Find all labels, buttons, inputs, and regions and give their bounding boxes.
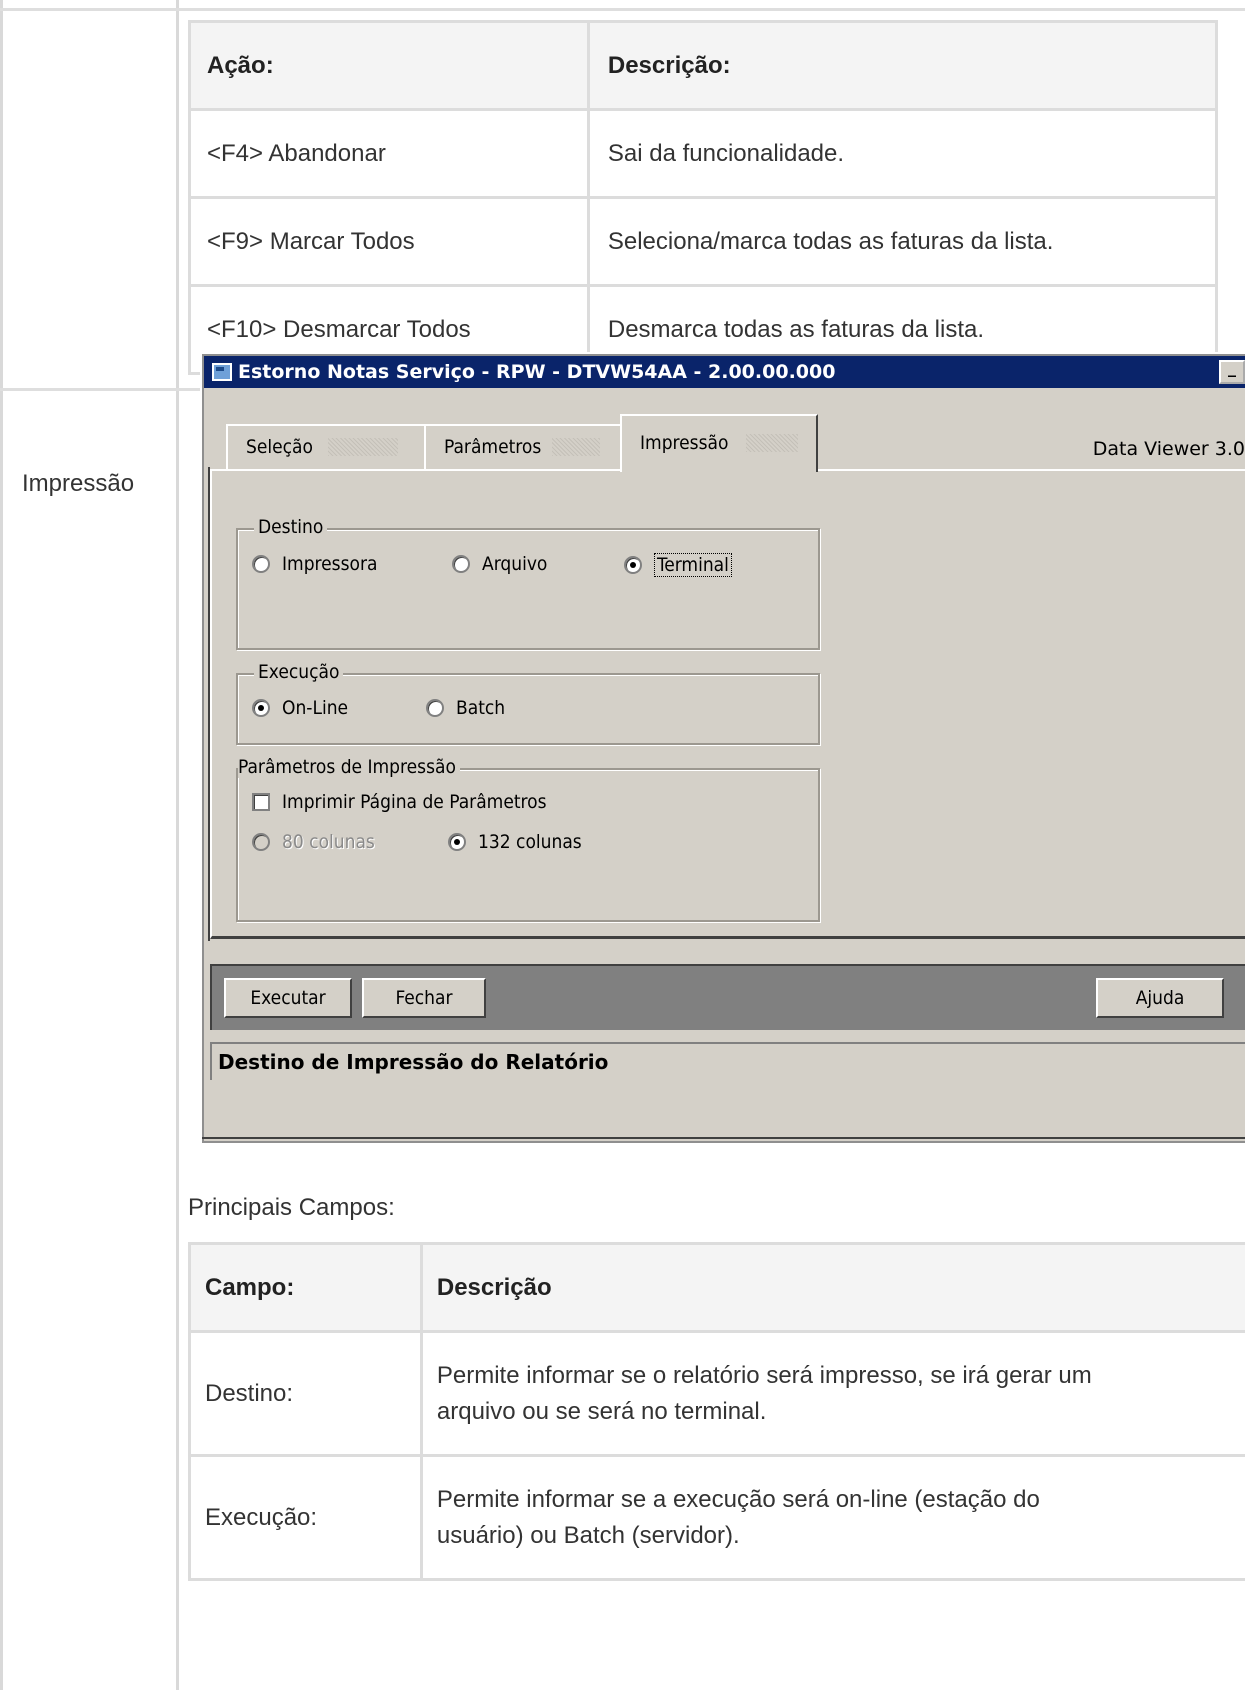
table-header-row: Ação: Descrição:	[188, 20, 1219, 111]
app-window-icon	[212, 363, 232, 381]
tab-hatch	[746, 434, 798, 452]
outer-column-divider	[176, 0, 179, 1690]
header-descricao: Descrição	[419, 1242, 1245, 1333]
ajuda-button[interactable]: Ajuda	[1096, 978, 1224, 1018]
table-row: <F4> Abandonar Sai da funcionalidade.	[188, 108, 1219, 199]
description-line: Permite informar se a execução será on-l…	[436, 1485, 1040, 1513]
checkbox-label: Imprimir Página de Parâmetros	[282, 791, 547, 813]
radio-label: Batch	[456, 697, 506, 719]
header-descricao: Descrição:	[586, 20, 1219, 111]
tab-impressao[interactable]: Impressão	[620, 414, 818, 472]
tab-selecao[interactable]: Seleção	[226, 424, 426, 470]
radio-label: Impressora	[282, 553, 378, 575]
executar-button[interactable]: Executar	[224, 978, 352, 1018]
description-line: Permite informar se o relatório será imp…	[436, 1361, 1092, 1389]
header-acao: Ação:	[188, 20, 590, 111]
destino-title: Destino	[254, 516, 328, 538]
report-window: Estorno Notas Serviço - RPW - DTVW54AA -…	[200, 352, 1245, 1143]
tab-label: Seleção	[246, 436, 313, 458]
radio-arquivo[interactable]: Arquivo	[452, 553, 547, 575]
action-cell: <F9> Marcar Todos	[188, 196, 590, 287]
tab-label: Parâmetros	[444, 436, 542, 458]
tab-hatch	[552, 438, 600, 456]
tab-hatch	[328, 438, 398, 456]
execucao-title: Execução	[254, 661, 344, 683]
radio-button-icon	[426, 699, 444, 717]
table-row: Execução: Permite informar se a execução…	[188, 1454, 1245, 1581]
principais-campos-heading: Principais Campos:	[188, 1194, 395, 1221]
action-cell: <F4> Abandonar	[188, 108, 590, 199]
fechar-button[interactable]: Fechar	[362, 978, 486, 1018]
radio-impressora[interactable]: Impressora	[252, 553, 377, 575]
data-viewer-label: Data Viewer 3.0	[1092, 438, 1245, 460]
description-cell: Sai da funcionalidade.	[586, 108, 1219, 199]
radio-80-colunas[interactable]: 80 colunas	[252, 831, 375, 853]
header-campo: Campo:	[188, 1242, 423, 1333]
tab-panel: Destino Impressora Arquivo Terminal Exec…	[208, 467, 1245, 941]
radio-label: Terminal	[654, 553, 732, 577]
window-title: Estorno Notas Serviço - RPW - DTVW54AA -…	[238, 361, 836, 383]
field-description-cell: Permite informar se a execução será on-l…	[419, 1454, 1245, 1581]
minimize-button[interactable]: _	[1219, 360, 1245, 384]
field-description-cell: Permite informar se o relatório será imp…	[419, 1330, 1245, 1457]
parametros-title: Parâmetros de Impressão	[238, 756, 460, 778]
field-name-cell: Destino:	[188, 1330, 423, 1457]
radio-selected-icon	[624, 556, 642, 574]
radio-online[interactable]: On-Line	[252, 697, 348, 719]
checkbox-icon	[252, 793, 270, 811]
radio-button-icon	[252, 555, 270, 573]
description-cell: Seleciona/marca todas as faturas da list…	[586, 196, 1219, 287]
radio-terminal[interactable]: Terminal	[624, 553, 732, 577]
button-bar: Executar Fechar Ajuda	[210, 964, 1245, 1030]
outer-top-border	[0, 8, 1245, 11]
description-line: arquivo ou se será no terminal.	[436, 1397, 767, 1425]
destino-group: Destino	[236, 516, 820, 650]
window-bottom-edge	[202, 1137, 1245, 1139]
radio-button-icon	[252, 833, 270, 851]
outer-left-border	[0, 0, 3, 1690]
table-row: <F9> Marcar Todos Seleciona/marca todas …	[188, 196, 1219, 287]
window-titlebar[interactable]: Estorno Notas Serviço - RPW - DTVW54AA -…	[204, 356, 1245, 388]
radio-selected-icon	[252, 699, 270, 717]
radio-selected-icon	[448, 833, 466, 851]
radio-132-colunas[interactable]: 132 colunas	[448, 831, 582, 853]
radio-button-icon	[452, 555, 470, 573]
actions-table: Ação: Descrição: <F4> Abandonar Sai da f…	[188, 20, 1219, 375]
table-header-row: Campo: Descrição	[188, 1242, 1245, 1333]
description-line: usuário) ou Batch (servidor).	[436, 1521, 740, 1549]
radio-label: On-Line	[282, 697, 349, 719]
radio-label: 80 colunas	[282, 831, 375, 853]
row-label-impressao: Impressão	[22, 470, 135, 497]
radio-label: 132 colunas	[478, 831, 582, 853]
field-name-cell: Execução:	[188, 1454, 423, 1581]
imprimir-parametros-checkbox[interactable]: Imprimir Página de Parâmetros	[252, 791, 547, 813]
radio-label: Arquivo	[482, 553, 548, 575]
radio-batch[interactable]: Batch	[426, 697, 505, 719]
status-bar: Destino de Impressão do Relatório	[210, 1042, 1245, 1080]
tab-label: Impressão	[640, 432, 729, 454]
tab-parametros[interactable]: Parâmetros	[424, 424, 622, 470]
fields-table: Campo: Descrição Destino: Permite inform…	[188, 1242, 1245, 1581]
table-row: Destino: Permite informar se o relatório…	[188, 1330, 1245, 1457]
